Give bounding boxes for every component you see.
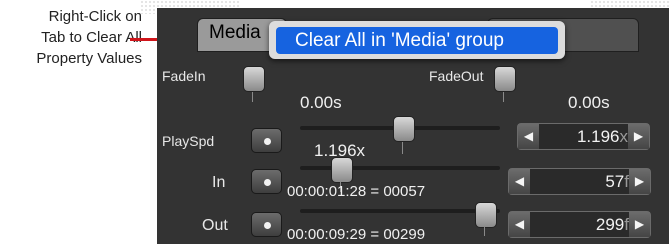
in-keyframe-button[interactable] [251,169,282,194]
in-slider-knob[interactable] [331,157,353,183]
keyframe-dot-icon [264,138,271,145]
playspd-stepper-number: 1.196 [576,127,620,146]
triangle-right-icon[interactable]: ▶ [628,124,649,149]
fadein-slider-knob[interactable] [243,66,265,92]
in-label: In [212,174,226,191]
out-stepper-number: 299 [595,215,625,234]
out-slider-track[interactable] [300,209,500,213]
in-stepper[interactable]: ◀ 57f ▶ [508,168,651,195]
property-panel: Media Clear All in 'Media' group FadeIn … [157,8,669,244]
keyframe-dot-icon [264,179,271,186]
playspd-stepper[interactable]: ◀ 1.196x ▶ [517,123,650,150]
triangle-left-icon[interactable]: ◀ [518,124,539,149]
out-label: Out [202,217,228,234]
triangle-left-icon[interactable]: ◀ [509,169,530,194]
callout-line: Property Values [36,50,142,67]
in-stepper-number: 57 [605,172,625,191]
playspd-stepper-unit: x [619,127,629,146]
context-menu: Clear All in 'Media' group [269,21,565,59]
playspd-keyframe-button[interactable] [251,128,282,153]
triangle-right-icon[interactable]: ▶ [629,212,650,237]
fadein-tick [252,92,253,102]
out-slider-knob[interactable] [475,202,497,228]
in-slider-track[interactable] [300,166,500,170]
callout-annotation: Right-Click on Tab to Clear All Property… [0,6,142,69]
out-value: 00:00:09:29 = 00299 [287,226,426,243]
fadeout-value: 0.00s [568,93,610,112]
callout-line: Tab to Clear All [41,29,142,46]
playspd-tick [402,142,403,154]
triangle-left-icon[interactable]: ◀ [509,212,530,237]
playspd-stepper-value[interactable]: 1.196x [540,124,628,149]
clear-all-menu-item[interactable]: Clear All in 'Media' group [276,27,558,54]
in-stepper-value[interactable]: 57f [531,169,629,194]
fadeout-slider-knob[interactable] [494,66,516,92]
triangle-right-icon[interactable]: ▶ [629,169,650,194]
out-tick [484,226,485,236]
tab-media-label: Media [209,22,261,43]
out-stepper[interactable]: ◀ 299f ▶ [508,211,651,238]
fadeout-label: FadeOut [429,68,484,84]
out-stepper-value[interactable]: 299f [531,212,629,237]
playspd-label: PlaySpd [162,133,215,149]
fadein-value: 0.00s [300,93,342,112]
in-value: 00:00:01:28 = 00057 [287,183,426,200]
out-keyframe-button[interactable] [251,212,282,237]
fadeout-tick [503,92,504,102]
fadein-label: FadeIn [162,68,206,84]
callout-line: Right-Click on [48,8,142,25]
keyframe-dot-icon [264,222,271,229]
playspd-slider-knob[interactable] [393,116,415,142]
